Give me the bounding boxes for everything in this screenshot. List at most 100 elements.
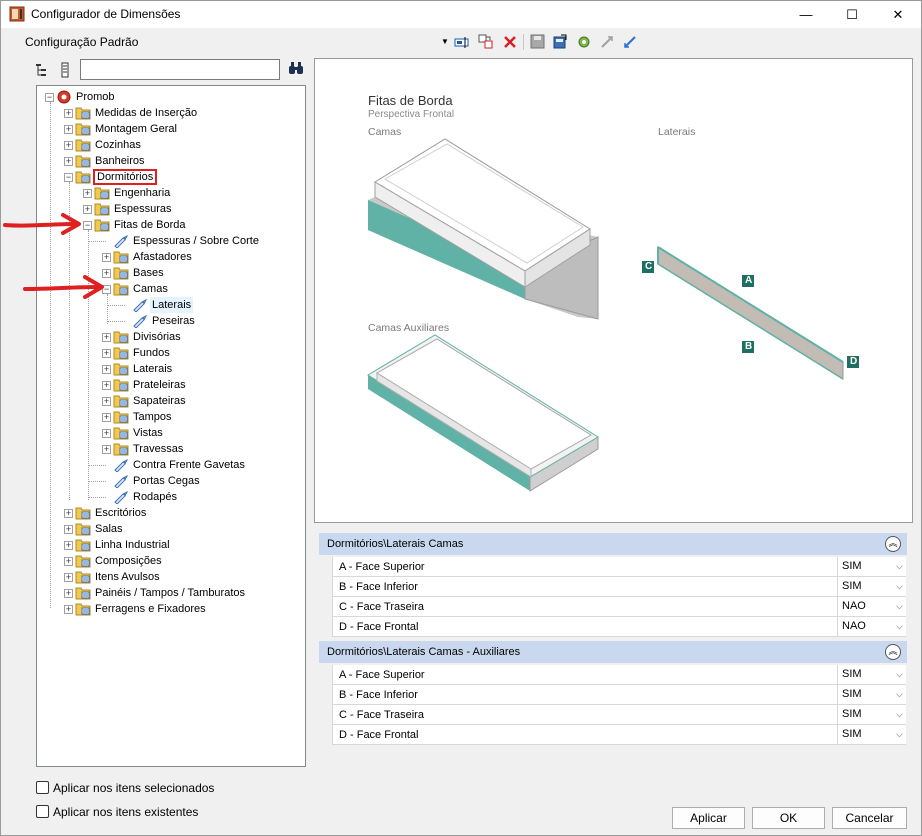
maximize-button[interactable]: ☐: [829, 1, 875, 28]
chevron-down-icon[interactable]: ▼: [441, 37, 449, 46]
tree-item[interactable]: + Escritórios: [37, 505, 305, 521]
tree-item[interactable]: Espessuras / Sobre Corte: [37, 233, 305, 249]
tree-item[interactable]: + Travessas: [37, 441, 305, 457]
collapse-icon[interactable]: −: [83, 221, 92, 230]
expand-icon[interactable]: +: [64, 141, 73, 150]
property-group-header[interactable]: Dormitórios\Laterais Camas - Auxiliares …: [319, 641, 907, 663]
chevron-down-icon[interactable]: ⌵: [896, 597, 903, 616]
tree-item[interactable]: Peseiras: [37, 313, 305, 329]
tree-item[interactable]: + Sapateiras: [37, 393, 305, 409]
tree-item[interactable]: + Medidas de Inserção: [37, 105, 305, 121]
minimize-button[interactable]: —: [783, 1, 829, 28]
chevron-down-icon[interactable]: ⌵: [896, 725, 903, 744]
tree-item[interactable]: − Promob: [37, 89, 305, 105]
tree-item[interactable]: Contra Frente Gavetas: [37, 457, 305, 473]
property-value-select[interactable]: SIM ⌵: [837, 725, 907, 744]
expand-icon[interactable]: +: [64, 525, 73, 534]
tree-item[interactable]: + Vistas: [37, 425, 305, 441]
expand-icon[interactable]: +: [102, 429, 111, 438]
property-value-select[interactable]: SIM ⌵: [837, 685, 907, 704]
chevron-down-icon[interactable]: ⌵: [896, 705, 903, 724]
chevron-down-icon[interactable]: ⌵: [896, 617, 903, 636]
expand-arrows-icon[interactable]: [621, 33, 639, 51]
tree-search-input[interactable]: [80, 59, 280, 80]
expand-icon[interactable]: +: [64, 573, 73, 582]
tree-view-icon[interactable]: [35, 62, 51, 78]
apply-existing-checkbox[interactable]: Aplicar nos itens existentes: [36, 804, 236, 820]
tree-item[interactable]: Laterais: [37, 297, 305, 313]
expand-icon[interactable]: +: [64, 557, 73, 566]
close-button[interactable]: ✕: [875, 1, 921, 28]
expand-icon[interactable]: +: [102, 253, 111, 262]
property-value-select[interactable]: SIM ⌵: [837, 577, 907, 596]
tree-item[interactable]: + Afastadores: [37, 249, 305, 265]
expand-icon[interactable]: +: [64, 509, 73, 518]
collapse-icon[interactable]: −: [64, 173, 73, 182]
tree-item[interactable]: + Cozinhas: [37, 137, 305, 153]
chevron-down-icon[interactable]: ⌵: [896, 665, 903, 684]
collapse-icon[interactable]: −: [45, 93, 54, 102]
tree-item[interactable]: + Painéis / Tampos / Tamburatos: [37, 585, 305, 601]
save-icon[interactable]: [529, 33, 547, 51]
property-value-select[interactable]: NAO ⌵: [837, 617, 907, 636]
chevron-down-icon[interactable]: ⌵: [896, 685, 903, 704]
tree-item[interactable]: + Engenharia: [37, 185, 305, 201]
property-group-header[interactable]: Dormitórios\Laterais Camas ︽: [319, 533, 907, 555]
expand-icon[interactable]: +: [83, 189, 92, 198]
expand-icon[interactable]: +: [102, 445, 111, 454]
tree-item[interactable]: + Tampos: [37, 409, 305, 425]
checkbox-box[interactable]: [36, 805, 49, 818]
tree-item[interactable]: + Banheiros: [37, 153, 305, 169]
tree-item[interactable]: + Linha Industrial: [37, 537, 305, 553]
expand-icon[interactable]: +: [102, 413, 111, 422]
property-value-select[interactable]: SIM ⌵: [837, 557, 907, 576]
list-view-icon[interactable]: [59, 62, 73, 78]
tree-item[interactable]: + Prateleiras: [37, 377, 305, 393]
checkbox-box[interactable]: [36, 781, 49, 794]
expand-icon[interactable]: +: [102, 365, 111, 374]
ok-button[interactable]: OK: [752, 807, 825, 829]
property-value-select[interactable]: NAO ⌵: [837, 597, 907, 616]
tree-item-label: Linha Industrial: [95, 539, 170, 551]
tree-item[interactable]: + Divisórias: [37, 329, 305, 345]
export-icon[interactable]: [551, 33, 569, 51]
expand-icon[interactable]: +: [64, 605, 73, 614]
tree-item[interactable]: + Composições: [37, 553, 305, 569]
folder-icon: [113, 346, 129, 360]
tree-item[interactable]: + Montagem Geral: [37, 121, 305, 137]
expand-icon[interactable]: +: [102, 397, 111, 406]
tree-item[interactable]: + Salas: [37, 521, 305, 537]
expand-icon[interactable]: +: [102, 333, 111, 342]
search-icon[interactable]: [288, 61, 304, 75]
tree-item[interactable]: − Dormitórios: [37, 169, 305, 185]
delete-icon[interactable]: [501, 33, 519, 51]
tree-item[interactable]: Rodapés: [37, 489, 305, 505]
configuration-select[interactable]: Configuração Padrão: [25, 35, 138, 49]
tree-item[interactable]: + Fundos: [37, 345, 305, 361]
expand-icon[interactable]: +: [64, 109, 73, 118]
expand-icon[interactable]: +: [102, 381, 111, 390]
apply-button[interactable]: Aplicar: [672, 807, 745, 829]
tree-item[interactable]: + Itens Avulsos: [37, 569, 305, 585]
rename-icon[interactable]: [453, 33, 471, 51]
property-value-select[interactable]: SIM ⌵: [837, 705, 907, 724]
copy-config-icon[interactable]: [477, 33, 495, 51]
expand-icon[interactable]: +: [64, 125, 73, 134]
apply-selected-checkbox[interactable]: Aplicar nos itens selecionados: [36, 780, 236, 796]
apply-settings-icon[interactable]: [575, 33, 593, 51]
collapse-icon[interactable]: ︽: [885, 536, 901, 552]
expand-icon[interactable]: +: [64, 541, 73, 550]
expand-icon[interactable]: +: [64, 157, 73, 166]
tree-item[interactable]: + Laterais: [37, 361, 305, 377]
collapse-icon[interactable]: ︽: [885, 644, 901, 660]
property-value-select[interactable]: SIM ⌵: [837, 665, 907, 684]
expand-icon[interactable]: +: [64, 589, 73, 598]
chevron-down-icon[interactable]: ⌵: [896, 557, 903, 576]
chevron-down-icon[interactable]: ⌵: [896, 577, 903, 596]
cancel-button[interactable]: Cancelar: [832, 807, 907, 829]
expand-icon[interactable]: +: [83, 205, 92, 214]
tree-item[interactable]: + Ferragens e Fixadores: [37, 601, 305, 617]
tree-item[interactable]: Portas Cegas: [37, 473, 305, 489]
expand-icon[interactable]: +: [102, 349, 111, 358]
collapse-arrows-icon[interactable]: [598, 33, 616, 51]
